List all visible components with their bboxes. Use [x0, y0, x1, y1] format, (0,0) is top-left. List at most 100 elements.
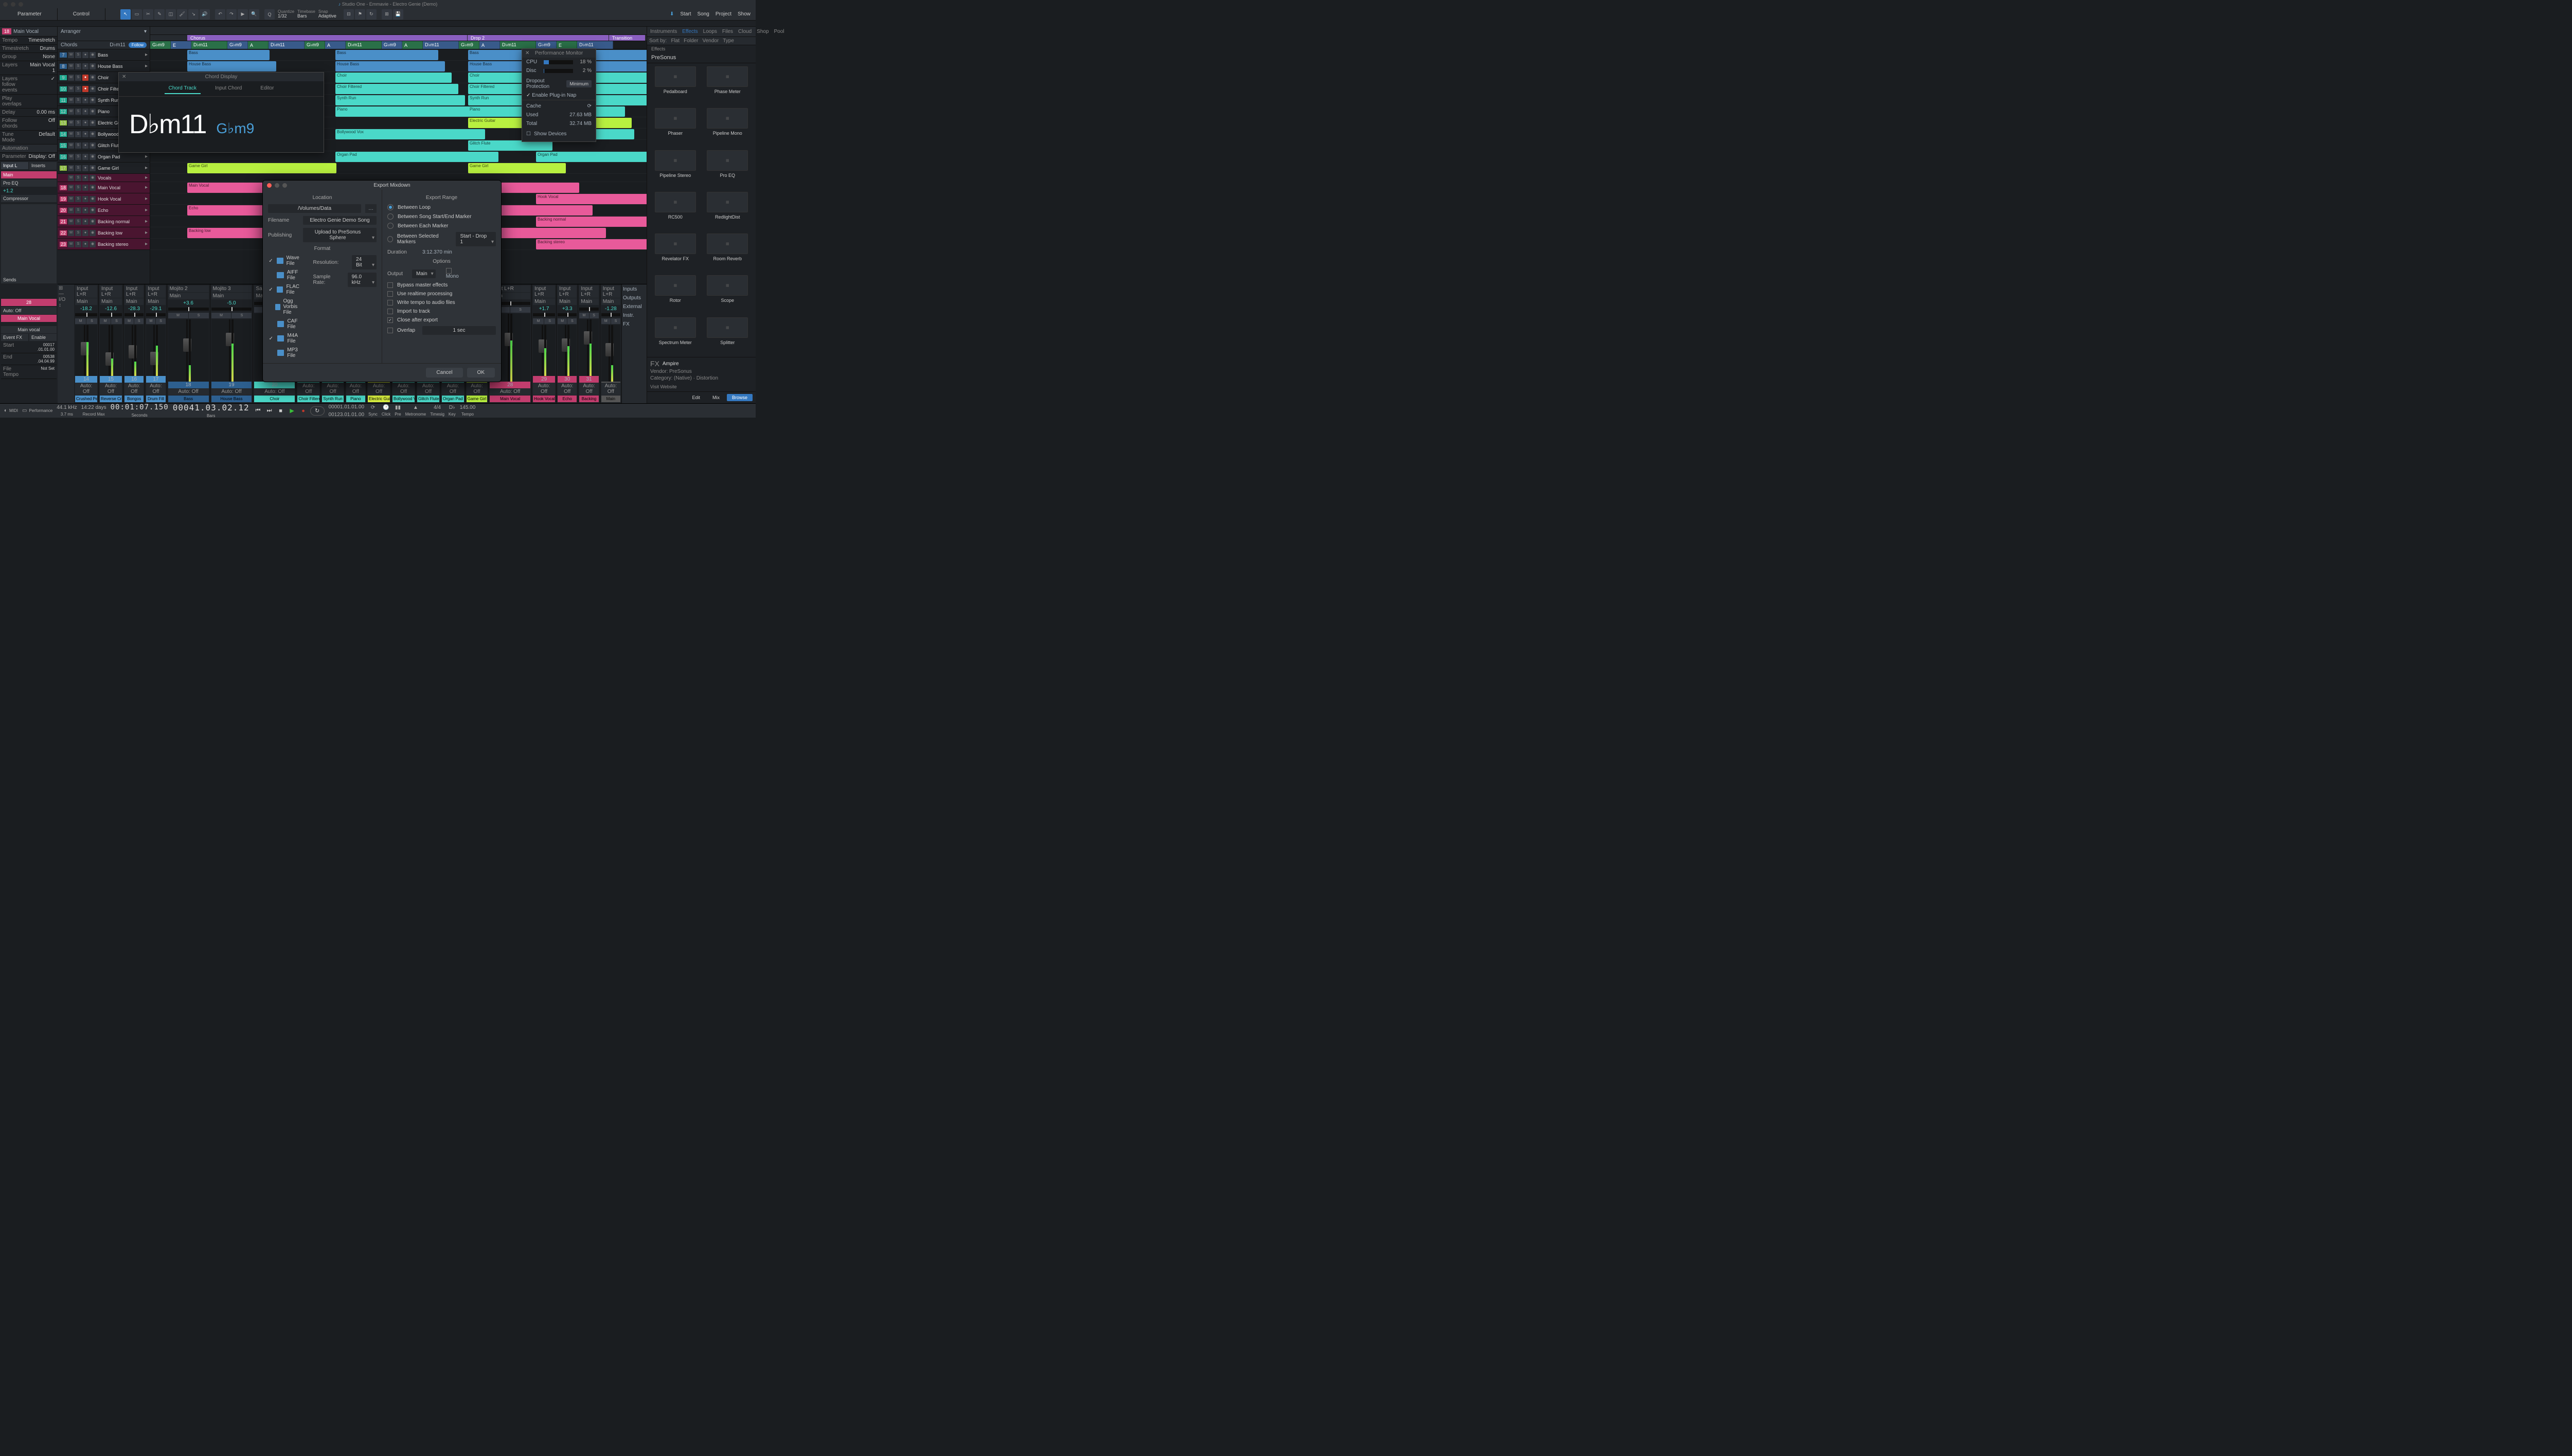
mixer-channel[interactable]: Mojito 3 Main -5.0 MS 19 Auto: Off House…: [210, 284, 254, 403]
page-show[interactable]: Show: [738, 11, 751, 17]
output-select[interactable]: Main: [412, 269, 436, 278]
timecode-seconds[interactable]: 00:01:07.150: [111, 404, 169, 411]
stop-icon[interactable]: ■: [276, 406, 285, 416]
cs-info-row[interactable]: Start00017 .01.01.00: [1, 341, 57, 353]
browser-sort[interactable]: Sort by: Flat Folder Vendor Type: [647, 37, 756, 45]
export-mixdown-dialog[interactable]: Export Mixdown Location /Volumes/Data… F…: [262, 180, 502, 382]
audio-clip[interactable]: Glitch Flute: [468, 140, 552, 151]
track-expand-icon[interactable]: ▸: [145, 175, 148, 181]
export-option[interactable]: Bypass master effects: [387, 281, 496, 290]
erase-tool-icon[interactable]: ◫: [166, 9, 176, 20]
close-icon[interactable]: ✕: [122, 74, 126, 80]
cs-auto-label[interactable]: Auto: Off: [1, 307, 57, 314]
undo-icon[interactable]: ↶: [215, 9, 225, 20]
track-header-row[interactable]: 7 MS ●◉ Bass▸: [58, 49, 150, 61]
audio-clip[interactable]: Game Girl: [187, 163, 336, 173]
chord-block[interactable]: E: [557, 41, 577, 49]
chord-block[interactable]: G♭m9: [536, 41, 557, 49]
track-expand-icon[interactable]: ▸: [145, 63, 148, 69]
browser-item[interactable]: ▦Rotor: [650, 275, 701, 312]
samplerate-select[interactable]: 96.0 kHz: [348, 273, 377, 287]
mixer-channel[interactable]: Input L+R Main MS 31 Auto: Off Backing: [578, 284, 600, 403]
browser-tab[interactable]: Loops: [702, 28, 718, 35]
metronome-icon[interactable]: ▲: [413, 405, 418, 410]
rewind-icon[interactable]: ⏮: [254, 406, 263, 416]
follow-button[interactable]: Follow: [129, 42, 147, 48]
cs-enable[interactable]: Enable: [29, 334, 57, 341]
track-header-row[interactable]: 20 MS ●◉ Echo▸: [58, 205, 150, 216]
mixer-section-label[interactable]: Instr.: [623, 313, 646, 318]
parameter-tab[interactable]: Parameter: [2, 8, 58, 20]
mixer-channel[interactable]: Input L+R Main +1.7 MS 29 Auto: Off Hook…: [532, 284, 557, 403]
audio-clip[interactable]: Echo: [187, 205, 271, 215]
cs-name[interactable]: Main Vocal: [1, 315, 57, 322]
browser-item[interactable]: ▦RedlightDist: [703, 192, 753, 228]
chord-block[interactable]: E: [171, 41, 191, 49]
chord-display-window[interactable]: ✕Chord Display Chord Track Input Chord E…: [118, 72, 324, 153]
resolution-select[interactable]: 24 Bit: [352, 255, 377, 269]
browser-item[interactable]: ▦Pedalboard: [650, 66, 701, 103]
track-expand-icon[interactable]: ▸: [145, 154, 148, 159]
range-option[interactable]: Between Each Marker: [387, 221, 496, 230]
sort-type[interactable]: Type: [723, 38, 734, 44]
arrange-marker[interactable]: Transition: [609, 35, 645, 41]
sort-folder[interactable]: Folder: [684, 38, 698, 44]
chord-block[interactable]: D♭m11: [577, 41, 613, 49]
quantize-btn[interactable]: Q: [264, 9, 275, 20]
track-header-row[interactable]: 22 MS ●◉ Backing low▸: [58, 227, 150, 239]
export-option[interactable]: Overlap1 sec: [387, 325, 496, 336]
browser-item[interactable]: ▦RC500: [650, 192, 701, 228]
inspector-row[interactable]: GroupNone: [0, 53, 57, 61]
track-header-row[interactable]: 23 MS ●◉ Backing stereo▸: [58, 239, 150, 250]
browse-icon[interactable]: …: [365, 204, 377, 213]
inspector-row[interactable]: Delay0.00 ms: [0, 109, 57, 117]
browser-item[interactable]: ▦Scope: [703, 275, 753, 312]
browser-item[interactable]: ▦Pipeline Mono: [703, 108, 753, 145]
clip-lane[interactable]: Game GirlGame Girl: [150, 163, 647, 174]
performance-monitor-window[interactable]: ✕Performance Monitor CPU18 % Disc2 % Dro…: [522, 48, 596, 142]
loop-end[interactable]: 00123.01.01.00: [329, 412, 365, 418]
snap-value[interactable]: Adaptive: [316, 14, 338, 19]
ripple-icon[interactable]: ⊟: [344, 9, 354, 20]
track-header-row[interactable]: 16 MS ●◉ Organ Pad▸: [58, 151, 150, 163]
export-option[interactable]: Import to track: [387, 307, 496, 316]
chord-tab-input[interactable]: Input Chord: [211, 83, 246, 94]
grid-icon[interactable]: ⊞: [382, 9, 392, 20]
arranger-menu-icon[interactable]: ▾: [144, 29, 147, 39]
record-icon[interactable]: ●: [299, 406, 308, 416]
mixer-channel[interactable]: Input L+R Main -28.3 MS 16 Auto: Off Bon…: [123, 284, 145, 403]
ffwd-icon[interactable]: ⏭: [265, 406, 274, 416]
browser-item[interactable]: ▦Pro EQ: [703, 150, 753, 187]
cs-event-fx[interactable]: Event FX: [1, 334, 28, 341]
window-controls[interactable]: [3, 2, 23, 7]
param-value[interactable]: Display: Off: [27, 154, 55, 159]
chord-block[interactable]: G♭m9: [227, 41, 248, 49]
chord-block[interactable]: G♭m9: [150, 41, 171, 49]
show-devices-checkbox[interactable]: ☐: [526, 131, 531, 137]
listen-tool-icon[interactable]: 🔊: [200, 9, 210, 20]
timebase-value[interactable]: Bars: [295, 14, 315, 19]
audio-clip[interactable]: Bass: [187, 50, 270, 60]
browser-item[interactable]: ▦Phase Meter: [703, 66, 753, 103]
track-expand-icon[interactable]: ▸: [145, 52, 148, 58]
audio-clip[interactable]: Bass: [335, 50, 438, 60]
audio-clip[interactable]: Synth Run: [335, 95, 465, 105]
timecode-bars[interactable]: 00041.03.02.12: [173, 403, 249, 412]
track-header-row[interactable]: 8 MS ●◉ House Bass▸: [58, 61, 150, 72]
inspector-row[interactable]: Play overlaps: [0, 95, 57, 109]
track-header-row[interactable]: MS ●◉ Vocals▸: [58, 174, 150, 182]
chord-block[interactable]: A: [325, 41, 346, 49]
footer-mix[interactable]: Mix: [707, 394, 725, 401]
inspector-row[interactable]: Tune ModeDefault: [0, 131, 57, 145]
inspector-row[interactable]: TempoTimestretch: [0, 37, 57, 45]
draw-tool-icon[interactable]: ✎: [154, 9, 165, 20]
browser-breadcrumb[interactable]: PreSonus: [647, 52, 756, 63]
timeline-ruler[interactable]: [150, 27, 647, 35]
browser-tabs[interactable]: InstrumentsEffectsLoopsFilesCloudShopPoo…: [647, 27, 756, 37]
refresh-icon[interactable]: ⟳: [587, 103, 592, 109]
range-option[interactable]: Between Song Start/End Marker: [387, 212, 496, 221]
chord-block[interactable]: D♭m11: [191, 41, 227, 49]
cs-fx-proeq[interactable]: Pro EQ: [1, 179, 57, 187]
cs-input-label[interactable]: Input L: [1, 162, 28, 169]
mixer-section-label[interactable]: FX: [623, 321, 646, 327]
